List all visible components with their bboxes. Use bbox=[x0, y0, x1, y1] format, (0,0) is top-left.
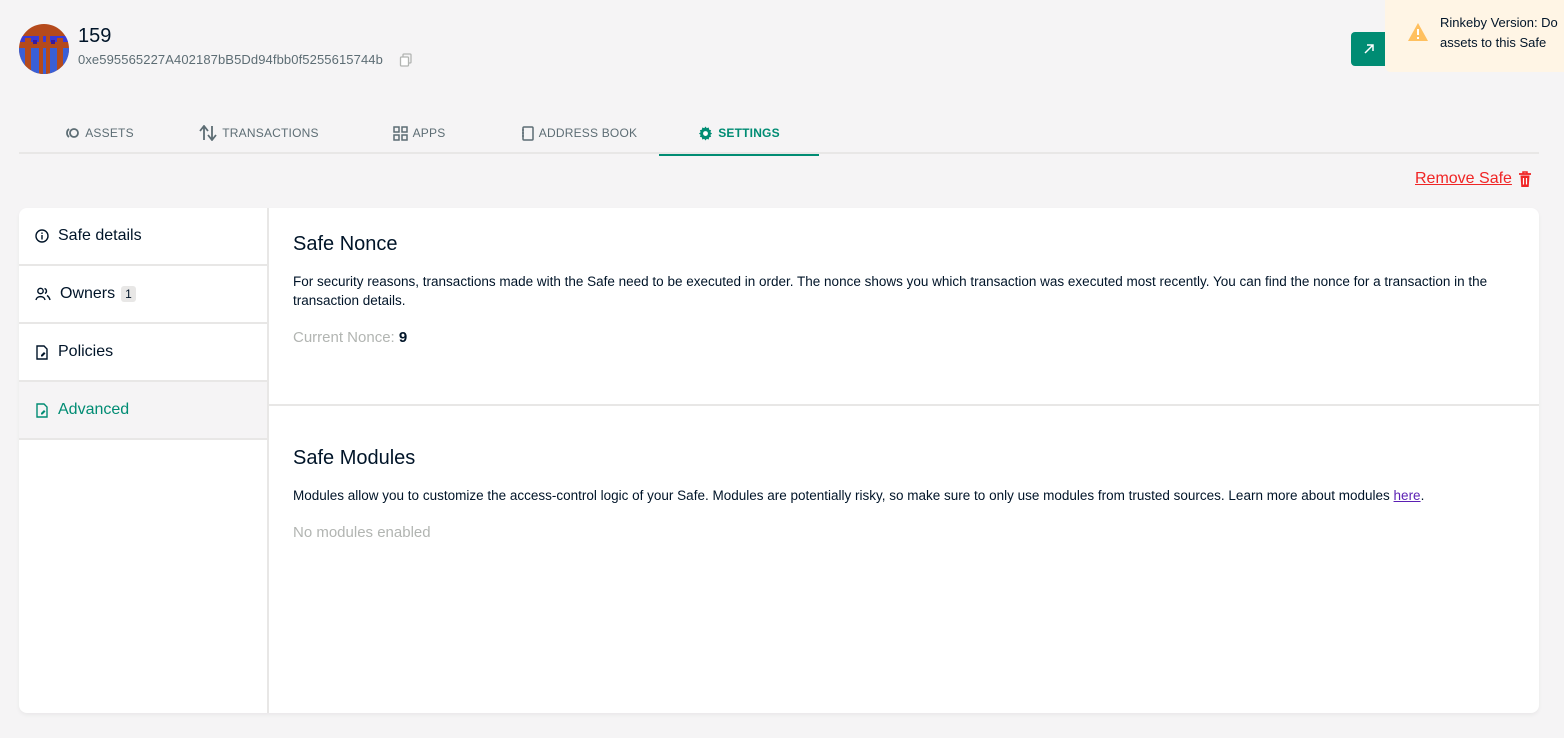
safe-modules-title: Safe Modules bbox=[293, 447, 416, 469]
settings-card: Safe details Owners 1 Policies Advanced … bbox=[19, 208, 1539, 713]
copy-icon[interactable] bbox=[399, 52, 413, 67]
tab-address-book[interactable]: ADDRESS BOOK bbox=[499, 112, 659, 154]
current-nonce-row: Current Nonce: 9 bbox=[293, 329, 1515, 346]
tab-transactions[interactable]: TRANSACTIONS bbox=[179, 112, 339, 154]
tab-apps-label: APPS bbox=[412, 126, 446, 140]
safe-nonce-section: Safe Nonce For security reasons, transac… bbox=[269, 208, 1539, 406]
warning-icon bbox=[1407, 22, 1429, 42]
sidebar-item-owners[interactable]: Owners 1 bbox=[19, 266, 267, 324]
tab-address-book-label: ADDRESS BOOK bbox=[538, 126, 638, 140]
owners-count-badge: 1 bbox=[121, 286, 136, 302]
tab-assets[interactable]: ASSETS bbox=[19, 112, 179, 154]
address-book-icon bbox=[521, 125, 534, 141]
modules-learn-more-link[interactable]: here bbox=[1394, 488, 1421, 503]
info-icon bbox=[35, 229, 49, 243]
safe-header: 159 0xe595565227A402187bB5Dd94fbb0f52556… bbox=[19, 24, 413, 74]
settings-content: Safe Nonce For security reasons, transac… bbox=[269, 208, 1539, 713]
safe-name: 159 bbox=[78, 25, 112, 47]
tab-settings-label: SETTINGS bbox=[718, 126, 780, 140]
send-button[interactable] bbox=[1351, 32, 1387, 66]
assets-icon bbox=[66, 128, 80, 138]
arrow-up-right-icon bbox=[1364, 44, 1374, 54]
sidebar-item-safe-details[interactable]: Safe details bbox=[19, 208, 267, 266]
current-nonce-label: Current Nonce: bbox=[293, 329, 395, 346]
settings-sidebar: Safe details Owners 1 Policies Advanced bbox=[19, 208, 269, 713]
sidebar-item-label: Safe details bbox=[58, 227, 142, 244]
modules-description-text: Modules allow you to customize the acces… bbox=[293, 488, 1390, 503]
tab-transactions-label: TRANSACTIONS bbox=[222, 126, 319, 140]
toast-line-2: assets to this Safe bbox=[1440, 35, 1547, 50]
current-nonce-value: 9 bbox=[398, 329, 408, 346]
safe-modules-section: Safe Modules Modules allow you to custom… bbox=[269, 406, 1539, 541]
sidebar-item-policies[interactable]: Policies bbox=[19, 324, 267, 382]
advanced-icon bbox=[36, 402, 48, 418]
transactions-icon bbox=[199, 125, 217, 141]
remove-safe-link[interactable]: Remove Safe bbox=[1415, 170, 1532, 188]
safe-modules-description: Modules allow you to customize the acces… bbox=[293, 488, 1425, 503]
gear-icon bbox=[699, 125, 713, 141]
tab-assets-label: ASSETS bbox=[85, 126, 134, 140]
toast-line-1: Rinkeby Version: Do bbox=[1440, 15, 1558, 30]
network-warning-toast: Rinkeby Version: Do assets to this Safe bbox=[1385, 0, 1564, 72]
safe-identicon bbox=[19, 24, 69, 74]
policies-icon bbox=[36, 344, 48, 360]
sidebar-item-label: Advanced bbox=[58, 401, 130, 418]
safe-address: 0xe595565227A402187bB5Dd94fbb0f525561574… bbox=[78, 52, 383, 67]
no-modules-text: No modules enabled bbox=[293, 524, 431, 541]
sidebar-item-label: Owners bbox=[60, 285, 116, 302]
trash-icon bbox=[1518, 170, 1531, 187]
tab-settings[interactable]: SETTINGS bbox=[659, 112, 819, 156]
sidebar-item-advanced[interactable]: Advanced bbox=[19, 382, 267, 440]
safe-nonce-title: Safe Nonce bbox=[293, 233, 398, 255]
remove-safe-label: Remove Safe bbox=[1415, 170, 1512, 187]
tab-apps[interactable]: APPS bbox=[339, 112, 499, 154]
main-tabs: ASSETS TRANSACTIONS APPS ADDRESS BOOK SE… bbox=[19, 112, 1539, 156]
owners-icon bbox=[35, 287, 51, 301]
safe-nonce-description: For security reasons, transactions made … bbox=[293, 274, 1488, 308]
sidebar-item-label: Policies bbox=[58, 343, 114, 360]
apps-icon bbox=[392, 125, 408, 141]
